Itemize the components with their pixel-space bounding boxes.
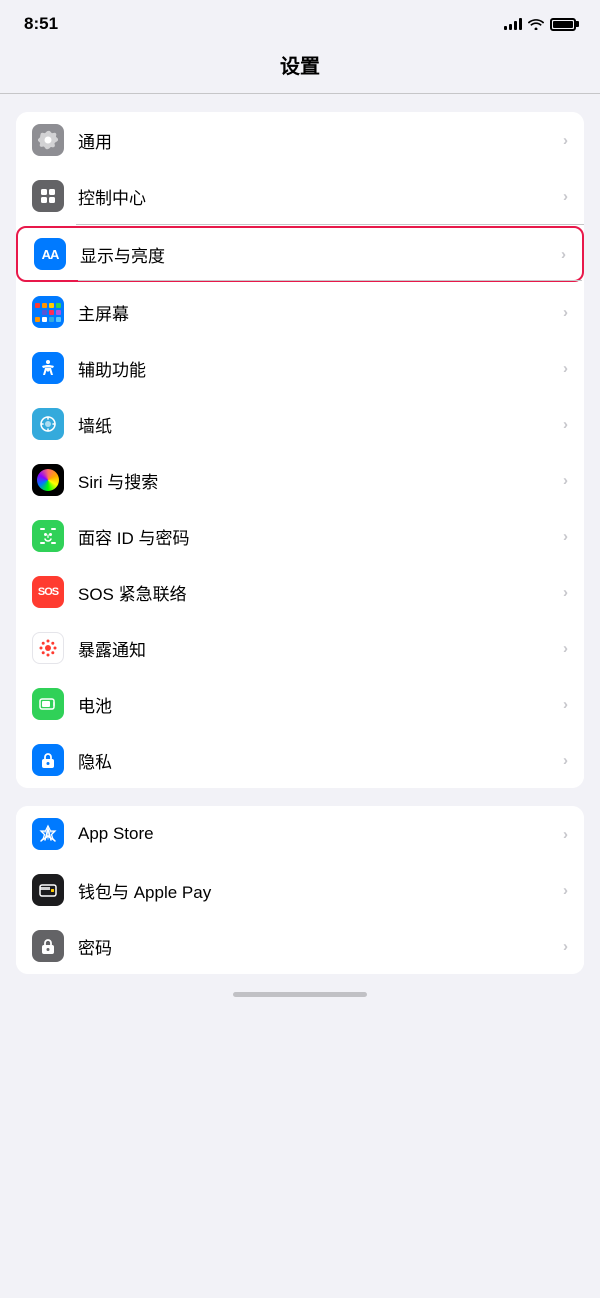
- battery-label: 电池: [78, 692, 563, 717]
- status-time: 8:51: [24, 14, 58, 34]
- page-title-bar: 设置: [0, 42, 600, 93]
- sos-icon: SOS: [32, 576, 64, 608]
- faceid-chevron: ›: [563, 528, 568, 545]
- status-icons: [504, 18, 576, 31]
- settings-item-wallpaper[interactable]: 墙纸 ›: [16, 396, 584, 452]
- battery-chevron: ›: [563, 696, 568, 713]
- general-label: 通用: [78, 128, 563, 153]
- faceid-icon: [32, 520, 64, 552]
- control-center-chevron: ›: [563, 188, 568, 205]
- siri-icon: [32, 464, 64, 496]
- homescreen-chevron: ›: [563, 304, 568, 321]
- settings-item-passwords[interactable]: 密码 ›: [16, 918, 584, 974]
- settings-item-exposure[interactable]: 暴露通知 ›: [16, 620, 584, 676]
- wallpaper-icon: [32, 408, 64, 440]
- settings-item-appstore[interactable]: App Store ›: [16, 806, 584, 862]
- privacy-icon: [32, 744, 64, 776]
- faceid-label: 面容 ID 与密码: [78, 524, 563, 549]
- battery-icon: [550, 18, 576, 31]
- status-bar: 8:51: [0, 0, 600, 42]
- siri-chevron: ›: [563, 472, 568, 489]
- page-title: 设置: [280, 56, 320, 78]
- passwords-icon: [32, 930, 64, 962]
- battery-settings-icon: [32, 688, 64, 720]
- display-label: 显示与亮度: [80, 242, 561, 267]
- settings-item-battery[interactable]: 电池 ›: [16, 676, 584, 732]
- general-chevron: ›: [563, 132, 568, 149]
- wifi-icon: [528, 18, 544, 30]
- appstore-icon: [32, 818, 64, 850]
- settings-group-1: 通用 › 控制中心 › AA 显示与亮度 ›: [16, 112, 584, 788]
- homescreen-label: 主屏幕: [78, 300, 563, 325]
- settings-item-general[interactable]: 通用 ›: [16, 112, 584, 168]
- title-divider: [0, 93, 600, 94]
- passwords-label: 密码: [78, 934, 563, 959]
- passwords-chevron: ›: [563, 938, 568, 955]
- settings-item-homescreen[interactable]: 主屏幕 ›: [16, 284, 584, 340]
- settings-item-sos[interactable]: SOS SOS 紧急联络 ›: [16, 564, 584, 620]
- wallet-icon: [32, 874, 64, 906]
- settings-item-display[interactable]: AA 显示与亮度 ›: [16, 226, 584, 282]
- sos-chevron: ›: [563, 584, 568, 601]
- appstore-chevron: ›: [563, 826, 568, 843]
- accessibility-chevron: ›: [563, 360, 568, 377]
- display-icon: AA: [34, 238, 66, 270]
- home-indicator: [233, 992, 367, 997]
- privacy-chevron: ›: [563, 752, 568, 769]
- display-chevron: ›: [561, 246, 566, 263]
- exposure-icon: [32, 632, 64, 664]
- signal-icon: [504, 18, 522, 30]
- exposure-chevron: ›: [563, 640, 568, 657]
- wallet-label: 钱包与 Apple Pay: [78, 878, 563, 903]
- settings-item-siri[interactable]: Siri 与搜索 ›: [16, 452, 584, 508]
- settings-item-wallet[interactable]: 钱包与 Apple Pay ›: [16, 862, 584, 918]
- exposure-label: 暴露通知: [78, 636, 563, 661]
- settings-group-2: App Store › 钱包与 Apple Pay › 密码 ›: [16, 806, 584, 974]
- settings-item-control-center[interactable]: 控制中心 ›: [16, 168, 584, 224]
- appstore-label: App Store: [78, 824, 563, 844]
- general-icon: [32, 124, 64, 156]
- sos-label: SOS 紧急联络: [78, 580, 563, 605]
- control-center-icon: [32, 180, 64, 212]
- settings-item-accessibility[interactable]: 辅助功能 ›: [16, 340, 584, 396]
- homescreen-icon: [32, 296, 64, 328]
- accessibility-label: 辅助功能: [78, 356, 563, 381]
- wallpaper-label: 墙纸: [78, 412, 563, 437]
- wallet-chevron: ›: [563, 882, 568, 899]
- control-center-label: 控制中心: [78, 184, 563, 209]
- siri-label: Siri 与搜索: [78, 468, 563, 493]
- settings-item-privacy[interactable]: 隐私 ›: [16, 732, 584, 788]
- accessibility-icon: [32, 352, 64, 384]
- privacy-label: 隐私: [78, 748, 563, 773]
- settings-item-faceid[interactable]: 面容 ID 与密码 ›: [16, 508, 584, 564]
- wallpaper-chevron: ›: [563, 416, 568, 433]
